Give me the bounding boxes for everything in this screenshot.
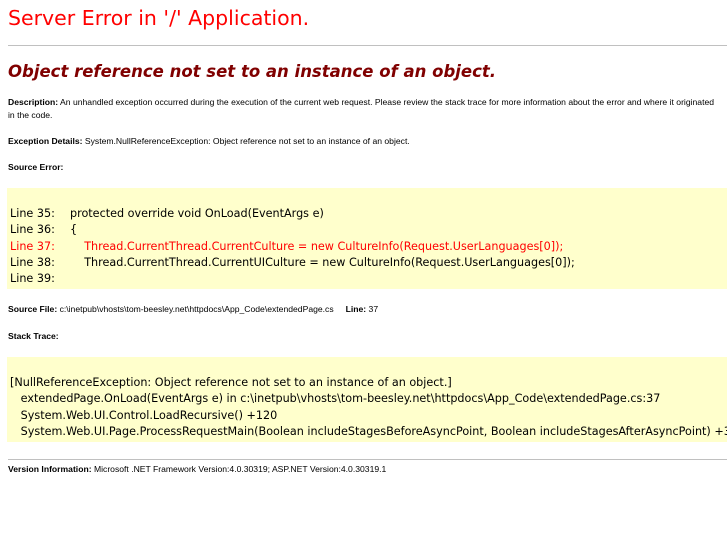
exception-details-label: Exception Details:	[8, 136, 83, 146]
source-line-label: Line:	[345, 304, 367, 314]
stack-trace-section: Stack Trace:	[8, 330, 717, 343]
source-line: Line 35: protected override void OnLoad(E…	[10, 206, 324, 222]
error-message: Object reference not set to an instance …	[8, 62, 497, 81]
exception-details-text: System.NullReferenceException: Object re…	[82, 136, 410, 146]
stack-trace-line: extendedPage.OnLoad(EventArgs e) in c:\i…	[10, 392, 661, 405]
description-section: Description: An unhandled exception occu…	[8, 96, 717, 122]
source-line-code: {	[70, 223, 78, 236]
source-line-number: Line 36:	[10, 223, 55, 236]
source-code-box: Line 35: protected override void OnLoad(E…	[7, 188, 727, 289]
version-divider	[8, 459, 727, 460]
source-line-error: Line 37: Thread.CurrentThread.CurrentCul…	[10, 239, 563, 255]
version-text: Microsoft .NET Framework Version:4.0.303…	[91, 464, 387, 474]
source-line: Line 36: {	[10, 222, 77, 238]
stack-trace-label: Stack Trace:	[8, 331, 59, 341]
source-error-label: Source Error:	[8, 162, 64, 172]
source-line-code: Thread.CurrentThread.CurrentCulture = ne…	[70, 240, 564, 253]
page-title: Server Error in '/' Application.	[8, 6, 310, 30]
source-line-number: Line 37:	[10, 240, 55, 253]
source-line-number: Line 38:	[10, 256, 55, 269]
stack-trace-line: System.Web.UI.Control.LoadRecursive() +1…	[10, 409, 278, 422]
stack-trace-line: [NullReferenceException: Object referenc…	[10, 376, 452, 389]
title-divider	[8, 45, 727, 46]
source-error-section: Source Error:	[8, 161, 717, 174]
source-line-number: Line 35:	[10, 207, 55, 220]
version-section: Version Information: Microsoft .NET Fram…	[8, 463, 717, 476]
source-file-label: Source File:	[8, 304, 58, 314]
source-line-code: Thread.CurrentThread.CurrentUICulture = …	[70, 256, 575, 269]
source-file-path: c:\inetpub\vhosts\tom-beesley.net\httpdo…	[57, 304, 334, 314]
exception-details-section: Exception Details: System.NullReferenceE…	[8, 135, 717, 148]
source-file-section: Source File: c:\inetpub\vhosts\tom-beesl…	[8, 303, 717, 316]
description-label: Description:	[8, 97, 59, 107]
source-line: Line 38: Thread.CurrentThread.CurrentUIC…	[10, 255, 575, 271]
stack-trace-line: System.Web.UI.Page.ProcessRequestMain(Bo…	[10, 425, 727, 438]
source-line: Line 39:	[10, 271, 70, 287]
stack-trace-box: [NullReferenceException: Object referenc…	[7, 357, 727, 442]
source-line-number: Line 39:	[10, 272, 55, 285]
source-line-code: protected override void OnLoad(EventArgs…	[70, 207, 324, 220]
version-label: Version Information:	[8, 464, 92, 474]
source-line-value: 37	[366, 304, 379, 314]
description-text: An unhandled exception occurred during t…	[8, 97, 715, 120]
